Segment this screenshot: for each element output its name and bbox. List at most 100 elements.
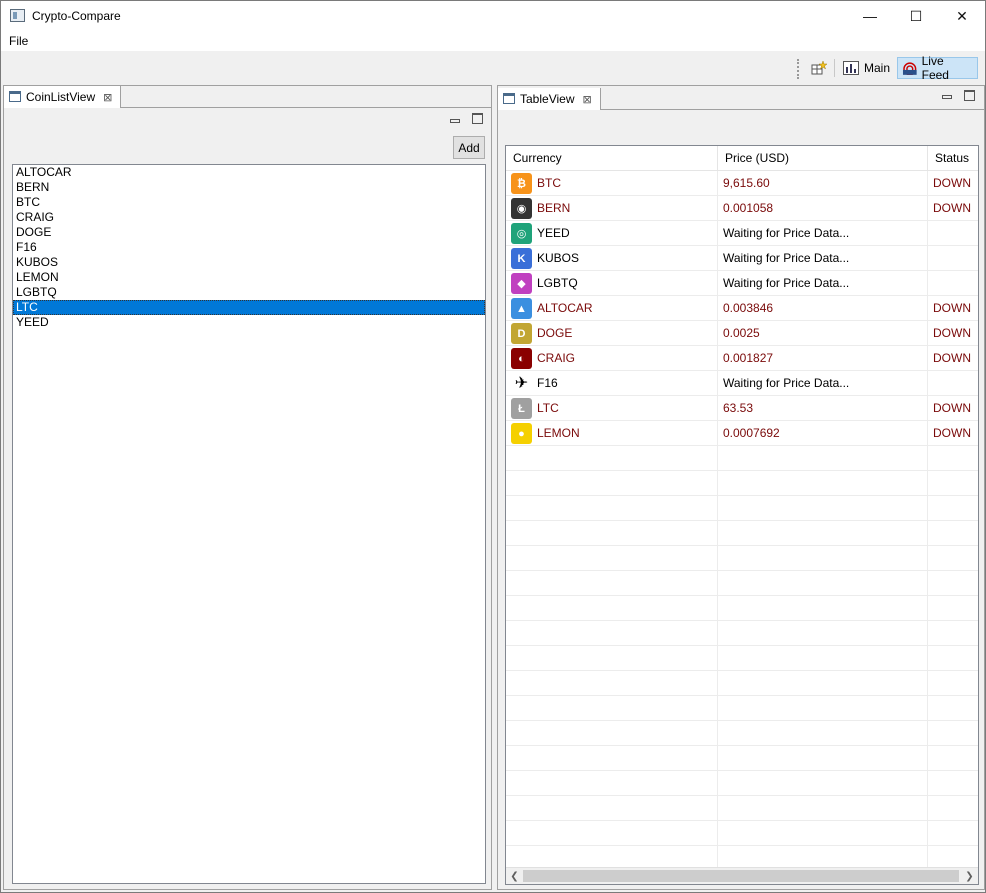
list-item[interactable]: LEMON: [13, 270, 485, 285]
table-row[interactable]: Ł LTC 63.53 DOWN: [506, 396, 978, 421]
scroll-left-icon[interactable]: ❮: [506, 868, 523, 884]
price-cell: Waiting for Price Data...: [718, 246, 928, 270]
table-row[interactable]: K KUBOS Waiting for Price Data...: [506, 246, 978, 271]
close-button[interactable]: ✕: [939, 1, 985, 31]
currency-cell: D DOGE: [506, 321, 718, 345]
table-row: [506, 671, 978, 696]
tab-close-icon[interactable]: ⊠: [582, 93, 591, 106]
table-row[interactable]: ◎ YEED Waiting for Price Data...: [506, 221, 978, 246]
list-item[interactable]: DOGE: [13, 225, 485, 240]
livefeed-perspective-button[interactable]: Live Feed: [897, 54, 978, 82]
list-item[interactable]: LTC: [13, 300, 485, 315]
status-cell: [928, 371, 978, 395]
currency-label: KUBOS: [537, 251, 580, 265]
currency-cell: [506, 621, 718, 645]
perspective-toolbar: Main Live Feed: [1, 51, 985, 85]
list-item[interactable]: KUBOS: [13, 255, 485, 270]
status-cell: [928, 646, 978, 670]
toolbar-grip[interactable]: [797, 59, 799, 79]
minimize-button[interactable]: —: [847, 1, 893, 31]
menu-file[interactable]: File: [9, 34, 28, 48]
table-row[interactable]: ▲ ALTOCAR 0.003846 DOWN: [506, 296, 978, 321]
price-cell: [718, 671, 928, 695]
view-icon: [9, 91, 21, 102]
status-cell: DOWN: [928, 321, 978, 345]
currency-label: LTC: [537, 401, 559, 415]
minimize-view-button[interactable]: [941, 89, 952, 100]
price-cell: [718, 771, 928, 795]
minimize-view-button[interactable]: [449, 113, 460, 124]
currency-cell: [506, 446, 718, 470]
price-cell: [718, 696, 928, 720]
table-row: [506, 696, 978, 721]
maximize-view-button[interactable]: [472, 113, 483, 124]
tab-close-icon[interactable]: ⊠: [103, 91, 112, 104]
price-cell: [718, 546, 928, 570]
currency-label: LEMON: [537, 426, 580, 440]
currency-label: BERN: [537, 201, 571, 215]
coinlist-view: CoinListView ⊠ Add ALTOCAR BERN BTC CRAIG DO…: [3, 85, 492, 890]
tab-coinlistview[interactable]: CoinListView ⊠: [4, 86, 122, 108]
bitcoin-icon: ₿: [511, 173, 532, 194]
table-row: [506, 571, 978, 596]
kubos-icon: K: [511, 248, 532, 269]
maximize-button[interactable]: ☐: [893, 1, 939, 31]
table-row[interactable]: ₿ BTC 9,615.60 DOWN: [506, 171, 978, 196]
coin-list[interactable]: ALTOCAR BERN BTC CRAIG DOGE F16 KUBOS LEMON LGBT…: [12, 164, 486, 884]
column-header-price[interactable]: Price (USD): [718, 146, 928, 171]
currency-cell: ◆ LGBTQ: [506, 271, 718, 295]
coinlist-tab-label: CoinListView: [26, 90, 96, 104]
horizontal-scrollbar[interactable]: ❮ ❯: [506, 867, 978, 884]
table-row: [506, 721, 978, 746]
table-tab-label: TableView: [520, 92, 575, 106]
livefeed-perspective-label: Live Feed: [921, 54, 949, 82]
table-row[interactable]: ✈ F16 Waiting for Price Data...: [506, 371, 978, 396]
list-item[interactable]: YEED: [13, 315, 485, 330]
price-cell: 0.0025: [718, 321, 928, 345]
column-header-currency[interactable]: Currency: [506, 146, 718, 171]
list-item[interactable]: BERN: [13, 180, 485, 195]
price-cell: [718, 796, 928, 820]
currency-label: BTC: [537, 176, 561, 190]
currency-cell: [506, 746, 718, 770]
scrollbar-thumb[interactable]: [523, 870, 959, 882]
table-row[interactable]: D DOGE 0.0025 DOWN: [506, 321, 978, 346]
list-item[interactable]: LGBTQ: [13, 285, 485, 300]
status-cell: DOWN: [928, 396, 978, 420]
currency-label: DOGE: [537, 326, 573, 340]
table-row[interactable]: ◉ BERN 0.001058 DOWN: [506, 196, 978, 221]
table-row[interactable]: ● LEMON 0.0007692 DOWN: [506, 421, 978, 446]
table-row: [506, 771, 978, 796]
maximize-view-button[interactable]: [964, 90, 975, 101]
status-cell: DOWN: [928, 296, 978, 320]
status-cell: [928, 471, 978, 495]
status-cell: [928, 246, 978, 270]
column-header-status[interactable]: Status: [928, 146, 978, 171]
price-cell: [718, 646, 928, 670]
craig-icon: ◐: [511, 348, 532, 369]
status-cell: [928, 796, 978, 820]
currency-cell: [506, 521, 718, 545]
status-cell: [928, 746, 978, 770]
list-item[interactable]: ALTOCAR: [13, 165, 485, 180]
list-item[interactable]: F16: [13, 240, 485, 255]
open-perspective-button[interactable]: [807, 57, 831, 79]
doge-icon: D: [511, 323, 532, 344]
window-title: Crypto-Compare: [32, 9, 121, 23]
status-cell: [928, 721, 978, 745]
tab-tableview[interactable]: TableView ⊠: [498, 88, 601, 110]
list-item[interactable]: BTC: [13, 195, 485, 210]
status-cell: [928, 271, 978, 295]
table-row[interactable]: ◐ CRAIG 0.001827 DOWN: [506, 346, 978, 371]
price-cell: [718, 821, 928, 845]
currency-cell: [506, 496, 718, 520]
status-cell: [928, 546, 978, 570]
add-button[interactable]: Add: [453, 136, 485, 159]
price-cell: [718, 621, 928, 645]
currency-label: ALTOCAR: [537, 301, 593, 315]
list-item[interactable]: CRAIG: [13, 210, 485, 225]
price-cell: [718, 571, 928, 595]
table-row[interactable]: ◆ LGBTQ Waiting for Price Data...: [506, 271, 978, 296]
scroll-right-icon[interactable]: ❯: [961, 868, 978, 884]
main-perspective-button[interactable]: Main: [839, 57, 894, 79]
